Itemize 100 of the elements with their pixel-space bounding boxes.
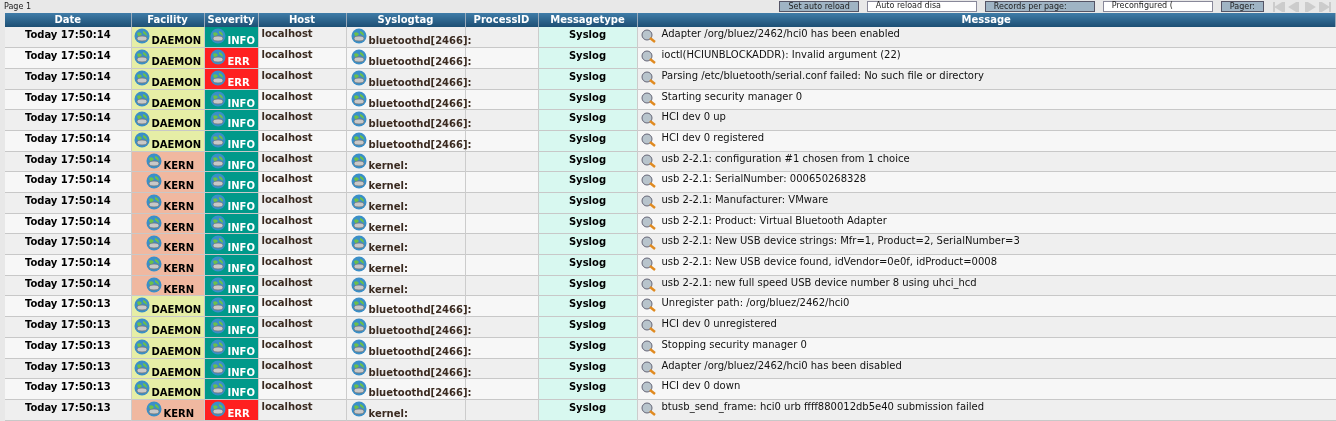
- records-per-page-button[interactable]: Records per page:: [984, 1, 1095, 12]
- date-cell: Today 17:50:13: [5, 399, 131, 421]
- facility-label: KERN: [163, 408, 195, 419]
- date-cell: Today 17:50:14: [5, 47, 131, 69]
- message-text: Stopping security manager 0: [661, 339, 807, 350]
- column-header[interactable]: Date: [5, 13, 131, 27]
- message-text: HCI dev 0 unregistered: [661, 319, 777, 330]
- severity-label: ERR: [227, 408, 250, 419]
- severity-label: INFO: [227, 284, 255, 295]
- page-label: Page 1: [4, 2, 31, 11]
- facility-label: KERN: [163, 160, 195, 171]
- magnifier-icon: [640, 70, 657, 85]
- magnifier-icon: [640, 401, 657, 416]
- pager-button[interactable]: Pager:: [1220, 1, 1264, 12]
- magnifier-icon: [640, 174, 657, 189]
- auto-reload-select[interactable]: Auto reload disa: [866, 1, 977, 12]
- facility-label: KERN: [163, 222, 195, 233]
- syslogtag-label: kernel:: [368, 202, 408, 212]
- severity-label: INFO: [227, 388, 255, 399]
- date-cell: Today 17:50:13: [5, 378, 131, 400]
- column-header[interactable]: Facility: [131, 13, 204, 27]
- syslogtag-label: bluetoothd[2466]:: [368, 98, 472, 109]
- preconfigured-select[interactable]: Preconfigured (: [1102, 1, 1213, 12]
- magnifier-icon: [640, 153, 657, 168]
- date-cell: Today 17:50:13: [5, 337, 131, 358]
- pager-arrows-icon[interactable]: [1272, 1, 1332, 12]
- severity-label: INFO: [227, 119, 255, 130]
- facility-label: DAEMON: [151, 346, 202, 357]
- column-header[interactable]: Severity: [204, 13, 258, 27]
- severity-label: INFO: [227, 222, 255, 233]
- facility-label: KERN: [163, 264, 195, 275]
- column-header[interactable]: Host: [258, 13, 346, 27]
- date-cell: Today 17:50:14: [5, 192, 131, 214]
- column-header[interactable]: Messagetype: [538, 13, 637, 27]
- date-cell: Today 17:50:14: [5, 68, 131, 90]
- severity-label: ERR: [227, 57, 250, 68]
- message-text: usb 2-2.1: configuration #1 chosen from 1 choice: [661, 153, 910, 164]
- date-cell: Today 17:50:13: [5, 358, 131, 379]
- magnifier-icon: [640, 236, 657, 251]
- magnifier-icon: [640, 195, 657, 209]
- message-text: usb 2-2.1: SerialNumber: 000650268328: [661, 174, 867, 185]
- message-text: ioctl(HCIUNBLOCKADDR): Invalid argument (22): [661, 50, 901, 61]
- magnifier-icon: [640, 319, 657, 334]
- set-auto-reload-button[interactable]: Set auto reload: [779, 1, 859, 12]
- magnifier-icon: [640, 257, 657, 272]
- message-text: btusb_send_frame: hci0 urb ffff880012db5e40 submission failed: [661, 401, 985, 412]
- syslogtag-label: kernel:: [368, 181, 408, 192]
- syslogtag-label: bluetoothd[2466]:: [368, 326, 472, 337]
- date-cell: Today 17:50:14: [5, 151, 131, 172]
- facility-label: DAEMON: [151, 326, 202, 337]
- severity-label: INFO: [227, 264, 255, 275]
- severity-label: ERR: [227, 77, 250, 88]
- date-cell: Today 17:50:14: [5, 130, 131, 152]
- severity-label: INFO: [227, 160, 255, 171]
- severity-label: INFO: [227, 202, 255, 212]
- severity-label: INFO: [227, 346, 255, 357]
- column-header[interactable]: Message: [637, 13, 1336, 27]
- syslogtag-label: bluetoothd[2466]:: [368, 305, 472, 316]
- severity-label: INFO: [227, 181, 255, 192]
- syslogtag-label: kernel:: [368, 264, 408, 275]
- syslogtag-label: bluetoothd[2466]:: [368, 139, 472, 150]
- facility-label: DAEMON: [151, 98, 202, 109]
- date-cell: Today 17:50:14: [5, 213, 131, 234]
- magnifier-icon: [640, 339, 657, 354]
- column-header[interactable]: ProcessID: [465, 13, 538, 27]
- date-cell: Today 17:50:14: [5, 89, 131, 110]
- severity-label: INFO: [227, 305, 255, 316]
- facility-label: KERN: [163, 181, 195, 192]
- message-text: Starting security manager 0: [661, 91, 803, 102]
- severity-label: INFO: [227, 367, 255, 378]
- facility-label: KERN: [163, 284, 195, 295]
- message-text: HCI dev 0 registered: [661, 132, 765, 143]
- magnifier-icon: [640, 277, 657, 292]
- message-text: usb 2-2.1: Product: Virtual Bluetooth Adapter: [661, 215, 887, 226]
- date-cell: Today 17:50:14: [5, 109, 131, 131]
- syslogtag-label: kernel:: [368, 222, 408, 233]
- date-cell: Today 17:50:14: [5, 233, 131, 255]
- syslogtag-label: kernel:: [368, 160, 408, 171]
- syslogtag-label: bluetoothd[2466]:: [368, 346, 472, 357]
- date-cell: Today 17:50:14: [5, 254, 131, 276]
- magnifier-icon: [640, 381, 657, 396]
- date-cell: Today 17:50:14: [5, 171, 131, 193]
- magnifier-icon: [640, 112, 657, 127]
- date-cell: Today 17:50:14: [5, 275, 131, 296]
- syslogtag-label: bluetoothd[2466]:: [368, 388, 472, 399]
- facility-label: DAEMON: [151, 388, 202, 399]
- message-text: HCI dev 0 up: [661, 112, 726, 123]
- facility-label: KERN: [163, 243, 195, 254]
- syslogtag-label: bluetoothd[2466]:: [368, 367, 472, 378]
- message-text: usb 2-2.1: New USB device found, idVendor=0e0f, idProduct=0008: [661, 257, 998, 268]
- facility-label: DAEMON: [151, 119, 202, 130]
- syslogtag-label: kernel:: [368, 243, 408, 254]
- severity-label: INFO: [227, 36, 255, 46]
- message-text: Unregister path: /org/bluez/2462/hci0: [661, 298, 850, 309]
- date-cell: Today 17:50:13: [5, 295, 131, 317]
- magnifier-icon: [640, 50, 657, 65]
- syslogtag-label: bluetoothd[2466]:: [368, 119, 472, 130]
- host-cell: localhost: [258, 27, 346, 48]
- column-header[interactable]: Syslogtag: [346, 13, 465, 27]
- message-text: usb 2-2.1: new full speed USB device number 8 using uhci_hcd: [661, 277, 977, 288]
